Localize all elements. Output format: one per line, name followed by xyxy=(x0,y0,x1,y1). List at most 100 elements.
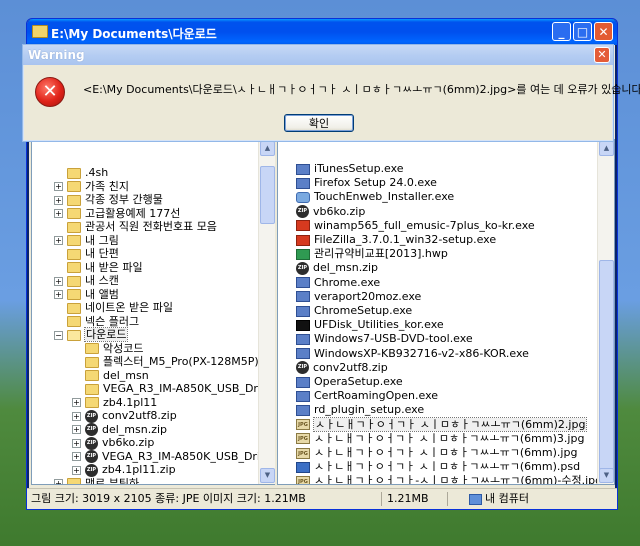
file-item[interactable]: rd_plugin_setup.exe xyxy=(296,403,424,417)
close-button[interactable]: ✕ xyxy=(594,22,613,41)
file-item[interactable]: JPG ㅅㅏㄴㅐㄱㅏㅇㅓㄱㅏ ㅅㅣㅁㅎㅏㄱㅆㅗㅠㄱ(6mm).jpg xyxy=(296,446,577,460)
scroll-thumb[interactable] xyxy=(260,166,275,224)
tree-item[interactable]: 내 받은 파일 xyxy=(54,261,143,275)
tree-item-label: 내 스캔 xyxy=(85,274,119,287)
file-item[interactable]: OperaSetup.exe xyxy=(296,375,403,389)
tree-item[interactable]: 네이트온 받은 파일 xyxy=(54,301,173,315)
scroll-down-arrow[interactable]: ▼ xyxy=(599,468,614,483)
tree-scrollbar[interactable]: ▲ ▼ xyxy=(258,140,275,484)
file-item[interactable]: UFDisk_Utilities_kor.exe xyxy=(296,318,444,332)
file-item-label: ChromeSetup.exe xyxy=(314,304,413,317)
folder-icon xyxy=(85,397,99,408)
tree-item-label: 넥슨 플러그 xyxy=(85,314,140,328)
file-item[interactable]: veraport20moz.exe xyxy=(296,290,421,304)
file-item[interactable]: JPG ㅅㅏㄴㅐㄱㅏㅇㅓㄱㅏ-ㅅㅣㅁㅎㅏㄱㅆㅗㅠㄱ(6mm)-수정.jpg xyxy=(296,474,602,484)
minimize-button[interactable]: _ xyxy=(552,22,571,41)
tree-item[interactable]: + 가족 친지 xyxy=(54,180,129,194)
file-item[interactable]: TouchEnweb_Installer.exe xyxy=(296,190,454,204)
folder-tree-pane[interactable]: .4sh + 가족 친지 + 각종 정부 간행물 + 고급활용예제 177선 관공서 직원 전… xyxy=(31,139,276,485)
tree-item[interactable]: + zb4.1pl11 xyxy=(72,396,157,410)
file-item[interactable]: ZIP vb6ko.zip xyxy=(296,205,365,219)
file-item-label: ㅅㅏㄴㅐㄱㅏㅇㅓㄱㅏ ㅅㅣㅁㅎㅏㄱㅆㅗㅠㄱ(6mm)2.jpg xyxy=(312,416,588,432)
scroll-down-arrow[interactable]: ▼ xyxy=(260,468,275,483)
file-item-label: conv2utf8.zip xyxy=(313,360,388,374)
maximize-button[interactable]: □ xyxy=(573,22,592,41)
file-item[interactable]: ZIP conv2utf8.zip xyxy=(296,361,388,375)
dialog-close-button[interactable]: ✕ xyxy=(594,47,610,63)
file-item[interactable]: JPG ㅅㅏㄴㅐㄱㅏㅇㅓㄱㅏ ㅅㅣㅁㅎㅏㄱㅆㅗㅠㄱ(6mm)3.jpg xyxy=(296,432,584,446)
dialog-title-bar[interactable]: Warning ✕ xyxy=(23,45,613,65)
file-item[interactable]: iTunesSetup.exe xyxy=(296,162,404,176)
warning-dialog: Warning ✕ ✕ <E:\My Documents\다운로드\ㅅㅏㄴㅐㄱㅏ… xyxy=(22,44,640,142)
file-item[interactable]: Windows7-USB-DVD-tool.exe xyxy=(296,332,473,346)
file-item-label: CertRoamingOpen.exe xyxy=(314,389,439,403)
tree-item[interactable]: + ZIP zb4.1pl11.zip xyxy=(72,463,176,477)
tree-item[interactable]: − 다운로드 xyxy=(54,327,129,342)
tree-expander[interactable]: + xyxy=(54,209,63,218)
tree-item[interactable]: + 맥로 부팅하 xyxy=(54,477,139,484)
file-item-label: OperaSetup.exe xyxy=(314,375,403,388)
tree-expander[interactable]: + xyxy=(54,236,63,245)
exe-file-icon xyxy=(296,333,310,345)
tree-item[interactable]: 관공서 직원 전화번호표 모음 xyxy=(54,220,217,234)
file-item[interactable]: ㅅㅏㄴㅐㄱㅏㅇㅓㄱㅏ ㅅㅣㅁㅎㅏㄱㅆㅗㅠㄱ(6mm).psd xyxy=(296,460,580,474)
tree-expander[interactable]: + xyxy=(72,425,81,434)
tree-item-label: 악성코드 xyxy=(103,341,144,355)
scroll-thumb[interactable] xyxy=(599,260,614,472)
tree-expander[interactable]: + xyxy=(72,398,81,407)
tree-item[interactable]: + 내 앨범 xyxy=(54,288,119,302)
dialog-title: Warning xyxy=(28,48,85,62)
tree-item[interactable]: + 내 스캔 xyxy=(54,274,119,288)
tree-item[interactable]: 넥슨 플러그 xyxy=(54,315,139,329)
tree-item[interactable]: 악성코드 xyxy=(72,342,143,356)
tree-expander[interactable]: + xyxy=(54,479,63,484)
folder-icon xyxy=(85,383,99,395)
tree-expander[interactable]: + xyxy=(54,276,63,286)
folder-icon xyxy=(67,194,81,206)
file-item[interactable]: Firefox Setup 24.0.exe xyxy=(296,176,437,190)
file-item[interactable]: 관리규약비교표[2013].hwp xyxy=(296,247,448,261)
tree-item[interactable]: + 내 그림 xyxy=(54,234,119,248)
tree-item-label: del_msn.zip xyxy=(102,422,168,436)
tree-expander[interactable]: − xyxy=(54,330,63,340)
file-item[interactable]: WindowsXP-KB932716-v2-x86-KOR.exe xyxy=(296,347,529,361)
dialog-message: <E:\My Documents\다운로드\ㅅㅏㄴㅐㄱㅏㅇㅓㄱㅏ ㅅㅣㅁㅎㅏㄱㅆ… xyxy=(83,83,640,96)
tree-expander[interactable]: + xyxy=(72,438,81,448)
file-item-label: Windows7-USB-DVD-tool.exe xyxy=(314,332,473,346)
window-title: E:\My Documents\다운로드 xyxy=(51,27,217,41)
tree-expander[interactable]: + xyxy=(54,195,63,205)
file-item[interactable]: CertRoamingOpen.exe xyxy=(296,389,438,403)
file-item[interactable]: winamp565_full_emusic-7plus_ko-kr.exe xyxy=(296,219,535,233)
tree-expander[interactable]: + xyxy=(72,465,81,475)
tree-item[interactable]: 플렉스터_M5_Pro(PX-128M5P) xyxy=(72,355,259,369)
tree-expander[interactable]: + xyxy=(72,411,81,421)
file-list-scrollbar[interactable]: ▲ ▼ xyxy=(597,140,614,484)
tree-item[interactable]: + 고급활용예제 177선 xyxy=(54,207,180,221)
tree-item[interactable]: + ZIP vb6ko.zip xyxy=(72,436,154,450)
scroll-up-arrow[interactable]: ▲ xyxy=(260,141,275,156)
installer-icon xyxy=(296,234,310,246)
file-item[interactable]: FileZilla_3.7.0.1_win32-setup.exe xyxy=(296,233,496,247)
file-item[interactable]: ZIP del_msn.zip xyxy=(296,261,378,275)
tree-expander[interactable]: + xyxy=(54,290,63,299)
file-list-pane[interactable]: iTunesSetup.exe Firefox Setup 24.0.exe Tou… xyxy=(277,139,615,485)
folder-icon xyxy=(67,262,81,273)
tree-item[interactable]: + ZIP VEGA_R3_IM-A850K_USB_Driver.zip xyxy=(72,450,275,464)
scroll-up-arrow[interactable]: ▲ xyxy=(599,141,614,156)
tree-expander[interactable]: + xyxy=(54,182,63,191)
file-item[interactable]: ChromeSetup.exe xyxy=(296,304,412,318)
tree-item[interactable]: VEGA_R3_IM-A850K_USB_Driver xyxy=(72,382,275,396)
tree-expander[interactable]: + xyxy=(72,452,81,461)
tree-item[interactable]: 내 단편 xyxy=(54,247,119,261)
tree-item[interactable]: + ZIP del_msn.zip xyxy=(72,423,167,437)
file-item-label: winamp565_full_emusic-7plus_ko-kr.exe xyxy=(314,218,535,232)
tree-item[interactable]: del_msn xyxy=(72,369,149,383)
window-title-bar[interactable]: E:\My Documents\다운로드 _ □ ✕ xyxy=(27,19,617,45)
exe-file-icon xyxy=(296,404,310,416)
tree-item[interactable]: + 각종 정부 간행물 xyxy=(54,193,163,207)
tree-item[interactable]: .4sh xyxy=(54,166,108,180)
file-item[interactable]: JPG ㅅㅏㄴㅐㄱㅏㅇㅓㄱㅏ ㅅㅣㅁㅎㅏㄱㅆㅗㅠㄱ(6mm)2.jpg xyxy=(296,416,588,432)
file-item[interactable]: Chrome.exe xyxy=(296,276,380,290)
ok-button[interactable]: 확인 xyxy=(284,114,354,132)
tree-item[interactable]: + ZIP conv2utf8.zip xyxy=(72,409,177,423)
